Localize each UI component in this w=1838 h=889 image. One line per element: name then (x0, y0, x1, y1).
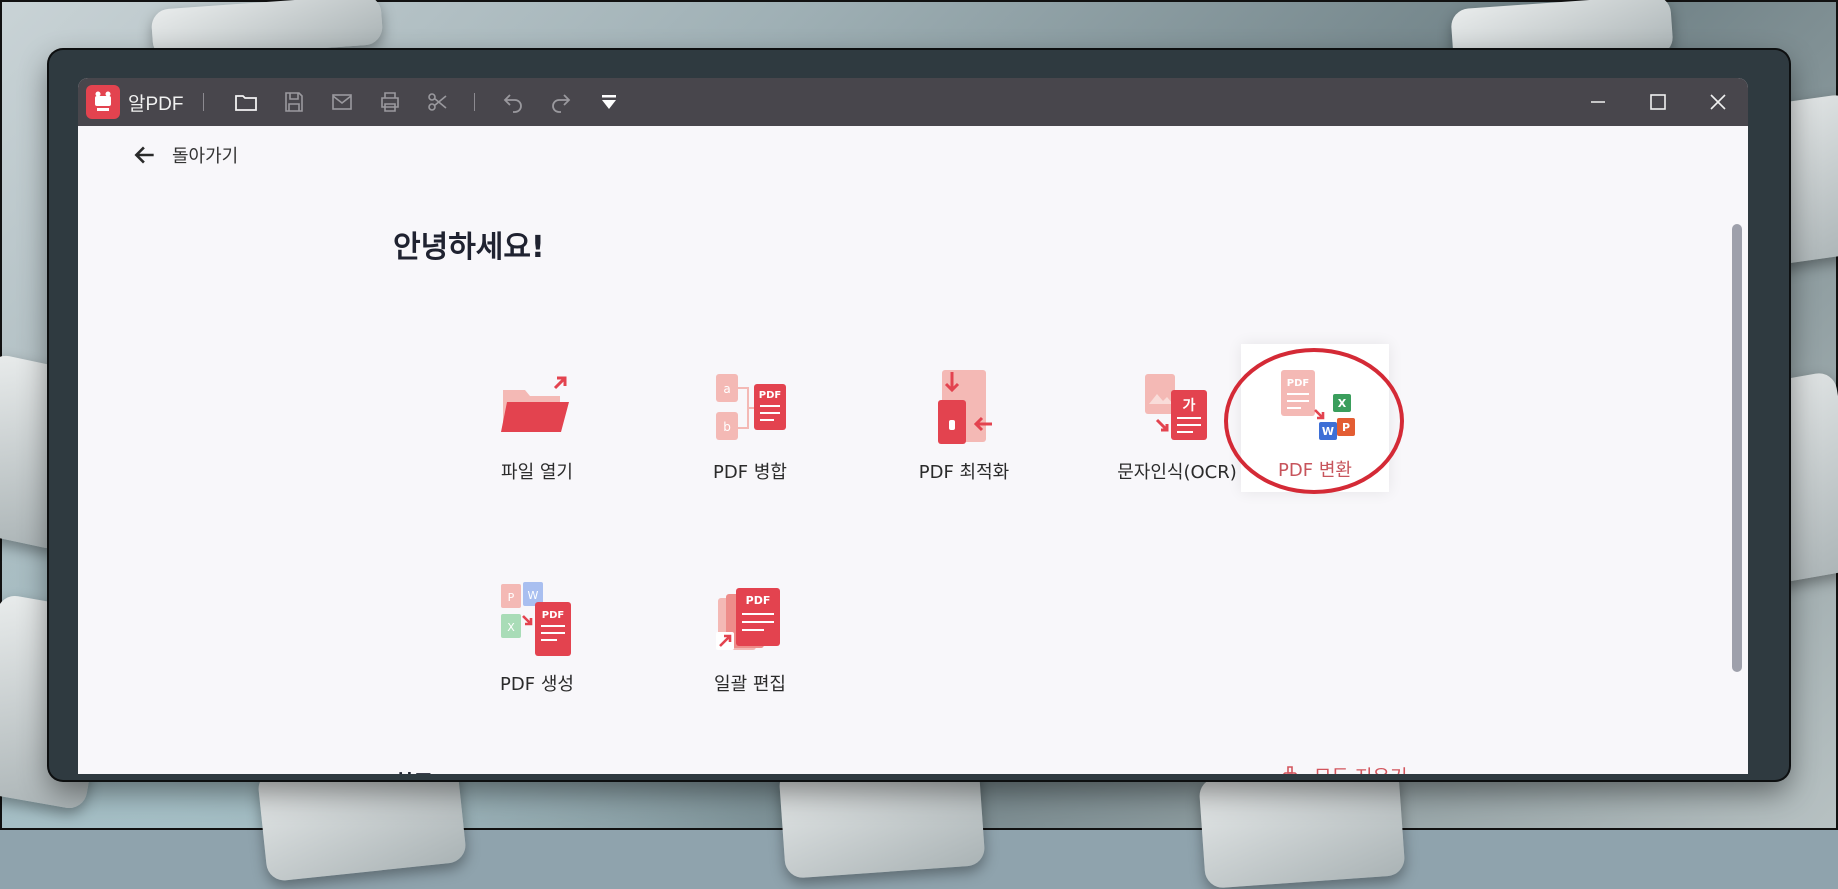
app-window: 알PDF 돌아가기 안녕하세요! 파일 열기 a b PDF PDF 병합 PD… (78, 78, 1748, 774)
home-content: 돌아가기 안녕하세요! 파일 열기 a b PDF PDF 병합 PDF 최적화… (78, 126, 1748, 774)
maximize-button[interactable] (1628, 78, 1688, 126)
email-button[interactable] (322, 82, 362, 122)
tile-label: 일괄 편집 (714, 674, 786, 695)
close-icon (1710, 94, 1726, 110)
mail-icon (332, 94, 353, 110)
tile-pdf-optimize[interactable]: PDF 최적화 (890, 346, 1038, 494)
back-label: 돌아가기 (172, 146, 239, 167)
redo-icon (552, 94, 571, 113)
undo-button[interactable] (493, 82, 533, 122)
svg-text:b: b (723, 420, 731, 434)
window-controls (1568, 78, 1748, 126)
close-button[interactable] (1688, 78, 1748, 126)
undo-icon (504, 94, 523, 113)
svg-text:W: W (528, 589, 539, 602)
clear-all-label: 모두 지우기 (1314, 762, 1407, 774)
broom-icon (1282, 765, 1298, 774)
toolbar-divider (203, 93, 205, 111)
page-title: 안녕하세요! (393, 230, 545, 265)
tile-label: PDF 최적화 (918, 462, 1010, 483)
tile-pdf-convert[interactable]: PDF X W P PDF 변환 (1241, 344, 1389, 492)
save-icon (285, 92, 304, 112)
open-folder-button[interactable] (226, 82, 266, 122)
tile-pdf-merge[interactable]: a b PDF PDF 병합 (676, 346, 824, 494)
tile-label: PDF 생성 (500, 674, 574, 695)
tile-label: 문자인식(OCR) (1117, 462, 1237, 483)
minimize-icon (1591, 101, 1605, 103)
arrow-left-icon (134, 146, 154, 164)
recent-section-title: 최근 (393, 766, 433, 774)
scissors-icon (428, 93, 447, 111)
svg-text:a: a (723, 382, 730, 396)
app-logo-icon[interactable] (86, 85, 120, 119)
tile-batch-edit[interactable]: PDF 일괄 편집 (676, 558, 824, 706)
folder-icon (235, 95, 258, 111)
tile-label: PDF 병합 (713, 462, 787, 483)
tile-label: 파일 열기 (501, 462, 573, 483)
maximize-icon (1650, 94, 1666, 110)
tile-label: PDF 변환 (1278, 460, 1352, 481)
pdf-create-icon: P W X PDF (501, 582, 571, 656)
ocr-icon: 가 (1145, 374, 1207, 440)
ocr-badge: 가 (1183, 398, 1196, 414)
save-button[interactable] (274, 82, 314, 122)
svg-text:P: P (1342, 421, 1350, 434)
pdf-badge: PDF (542, 610, 564, 621)
pdf-convert-icon: PDF X W P (1281, 370, 1355, 440)
pdf-badge: PDF (746, 594, 771, 607)
cut-button[interactable] (418, 82, 458, 122)
batch-edit-icon: PDF (716, 588, 780, 650)
keyboard-key-image (1198, 765, 1406, 889)
pdf-optimize-icon (938, 370, 992, 444)
toolbar-more-button[interactable] (589, 82, 629, 122)
svg-text:X: X (507, 621, 515, 634)
svg-text:P: P (508, 591, 515, 604)
tile-open-file[interactable]: 파일 열기 (463, 346, 611, 494)
pdf-badge: PDF (759, 390, 781, 401)
svg-text:X: X (1338, 397, 1347, 410)
minimize-button[interactable] (1568, 78, 1628, 126)
toolbar-divider (474, 93, 476, 111)
print-button[interactable] (370, 82, 410, 122)
clear-all-button[interactable]: 모두 지우기 (1278, 762, 1407, 774)
svg-text:W: W (1322, 425, 1334, 438)
app-name: 알PDF (128, 93, 184, 115)
print-icon (381, 92, 400, 112)
pdf-badge: PDF (1287, 378, 1309, 389)
tile-ocr[interactable]: 가 문자인식(OCR) (1103, 346, 1251, 494)
back-button[interactable]: 돌아가기 (132, 142, 238, 168)
title-bar: 알PDF (78, 78, 1748, 126)
pdf-merge-icon: a b PDF (716, 374, 786, 440)
redo-button[interactable] (541, 82, 581, 122)
tile-pdf-create[interactable]: P W X PDF PDF 생성 (463, 558, 611, 706)
open-folder-icon (501, 376, 569, 432)
scrollbar-thumb[interactable] (1732, 224, 1742, 672)
more-dropdown-icon (602, 95, 617, 109)
